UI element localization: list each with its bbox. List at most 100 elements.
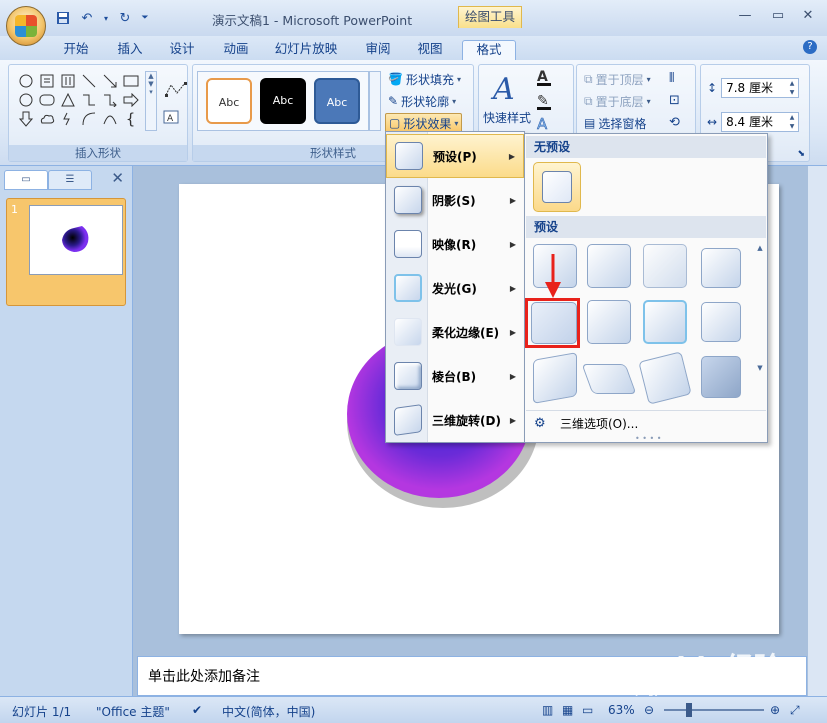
preset-6[interactable] [587, 300, 631, 344]
arrow-line-icon[interactable] [99, 71, 120, 90]
shape-fill-button[interactable]: 🪣 形状填充 ▾ [385, 69, 464, 89]
preset-icon [395, 142, 423, 170]
no-preset-option[interactable] [533, 162, 581, 212]
zoom-level[interactable]: 63% [608, 703, 635, 717]
quick-styles-icon[interactable]: A [489, 69, 525, 109]
quick-styles-button[interactable]: 快速样式 [483, 109, 531, 126]
menu-item-glow[interactable]: 发光(G) ▶ [386, 266, 524, 310]
tab-view[interactable]: 视图 [410, 40, 450, 60]
office-button[interactable] [6, 6, 46, 46]
zoom-out-icon[interactable]: ⊖ [644, 703, 654, 717]
resize-grip-icon[interactable]: • • • • [635, 434, 662, 443]
language-indicator[interactable]: 中文(简体，中国) [222, 703, 315, 720]
zoom-slider[interactable] [664, 709, 764, 711]
shape-gallery-scroll[interactable]: ▲ ▼ ▾ [145, 71, 157, 131]
style-swatch-orange-outline[interactable]: Abc [206, 78, 252, 124]
lightning-shape-icon[interactable] [57, 109, 78, 128]
elbow-arrow-icon[interactable] [99, 90, 120, 109]
rounded-rect-shape-icon[interactable] [36, 90, 57, 109]
ellipse-shape-icon[interactable] [15, 90, 36, 109]
tab-review[interactable]: 审阅 [358, 40, 398, 60]
oval-shape-icon[interactable] [15, 71, 36, 90]
close-button[interactable]: ✕ [796, 8, 820, 23]
fit-to-window-icon[interactable]: ⤢ [790, 703, 800, 718]
slideshow-view-icon[interactable]: ▭ [582, 703, 593, 717]
menu-item-preset[interactable]: 预设(P) ▶ [386, 134, 524, 178]
height-input[interactable]: 7.8 厘米 ▲ ▼ [721, 78, 800, 98]
rotate-icon[interactable]: ⟲ [669, 115, 680, 130]
textbox-shape-icon[interactable] [36, 71, 57, 90]
selection-pane-button[interactable]: ▤ 选择窗格 [581, 113, 649, 133]
outline-tab[interactable]: ☰ [48, 170, 92, 190]
undo-dropdown-icon[interactable]: ▾ [102, 9, 110, 27]
width-input[interactable]: 8.4 厘米 ▲ ▼ [721, 112, 800, 132]
tab-home[interactable]: 开始 [56, 40, 96, 60]
minimize-button[interactable]: — [733, 8, 757, 23]
submenu-scroll[interactable]: ▲ ▼ [754, 244, 766, 424]
style-swatch-blue[interactable]: Abc [314, 78, 360, 124]
preset-2[interactable] [587, 244, 631, 288]
help-icon[interactable]: ? [803, 40, 817, 54]
menu-item-soft-edges[interactable]: 柔化边缘(E) ▶ [386, 310, 524, 354]
arc-shape-icon[interactable] [78, 109, 99, 128]
size-dialog-launcher-icon[interactable]: ⬊ [797, 149, 805, 159]
redo-icon[interactable]: ↻ [116, 9, 134, 27]
preset-3[interactable] [643, 244, 687, 288]
style-gallery-scroll[interactable] [369, 71, 381, 131]
style-swatch-black[interactable]: Abc [260, 78, 306, 124]
cloud-shape-icon[interactable] [36, 109, 57, 128]
width-spinner[interactable]: ▲ ▼ [786, 113, 798, 131]
triangle-shape-icon[interactable] [57, 90, 78, 109]
tab-animation[interactable]: 动画 [216, 40, 256, 60]
curve-shape-icon[interactable] [99, 109, 120, 128]
slides-tab[interactable]: ▭ [4, 170, 48, 190]
vertical-textbox-icon[interactable] [57, 71, 78, 90]
height-spinner[interactable]: ▲ ▼ [786, 79, 798, 97]
save-icon[interactable] [54, 9, 72, 27]
group-icon[interactable]: ⊡ [669, 93, 680, 108]
zoom-slider-thumb[interactable] [686, 703, 692, 717]
bring-to-front-button[interactable]: ⧉ 置于顶层 ▾ [581, 69, 654, 89]
slide-sorter-icon[interactable]: ▦ [562, 703, 573, 717]
brace-shape-icon[interactable]: { [120, 109, 141, 128]
vertical-scrollbar[interactable] [808, 166, 827, 696]
shape-effects-button[interactable]: ▢ 形状效果 ▾ [385, 113, 463, 133]
3d-options-item[interactable]: ⚙ 三维选项(O)... [526, 410, 766, 436]
menu-item-3d-rotation[interactable]: 三维旋转(D) ▶ [386, 398, 524, 442]
edit-shape-icon[interactable] [163, 79, 189, 103]
preset-10[interactable] [581, 364, 637, 394]
zoom-in-icon[interactable]: ⊕ [770, 703, 780, 717]
preset-12[interactable] [701, 356, 741, 398]
slide-thumbnail[interactable] [29, 205, 123, 275]
tab-slideshow[interactable]: 幻灯片放映 [268, 40, 344, 60]
slide-thumbnail-frame[interactable]: 1 [6, 198, 126, 306]
rectangle-shape-icon[interactable] [120, 71, 141, 90]
right-arrow-shape-icon[interactable] [120, 90, 141, 109]
maximize-button[interactable]: ▭ [766, 8, 790, 23]
tab-insert[interactable]: 插入 [110, 40, 150, 60]
elbow-connector-icon[interactable] [78, 90, 99, 109]
line-shape-icon[interactable] [78, 71, 99, 90]
preset-11[interactable] [638, 351, 692, 405]
close-pane-icon[interactable]: ✕ [111, 169, 124, 187]
menu-item-shadow[interactable]: 阴影(S) ▶ [386, 178, 524, 222]
menu-item-reflection[interactable]: 映像(R) ▶ [386, 222, 524, 266]
theme-name[interactable]: "Office 主题" [96, 703, 170, 720]
spell-check-icon[interactable]: ✔ [192, 703, 202, 717]
preset-4[interactable] [701, 248, 741, 288]
menu-item-bevel[interactable]: 棱台(B) ▶ [386, 354, 524, 398]
normal-view-icon[interactable]: ▥ [542, 703, 553, 717]
send-to-back-button[interactable]: ⧉ 置于底层 ▾ [581, 91, 654, 111]
preset-7[interactable] [643, 300, 687, 344]
text-fill-icon[interactable]: A [535, 67, 565, 92]
preset-9[interactable] [533, 352, 577, 404]
tab-format[interactable]: 格式 [462, 40, 516, 60]
undo-icon[interactable]: ↶ [78, 9, 96, 27]
shape-outline-button[interactable]: ✎ 形状轮廓 ▾ [385, 91, 459, 111]
align-icon[interactable]: ⫴ [669, 71, 674, 86]
text-box-icon[interactable]: A [163, 109, 187, 130]
tab-design[interactable]: 设计 [162, 40, 202, 60]
preset-8[interactable] [701, 302, 741, 342]
customize-qat-icon[interactable]: ⏷ [140, 9, 150, 27]
down-arrow-shape-icon[interactable] [15, 109, 36, 128]
